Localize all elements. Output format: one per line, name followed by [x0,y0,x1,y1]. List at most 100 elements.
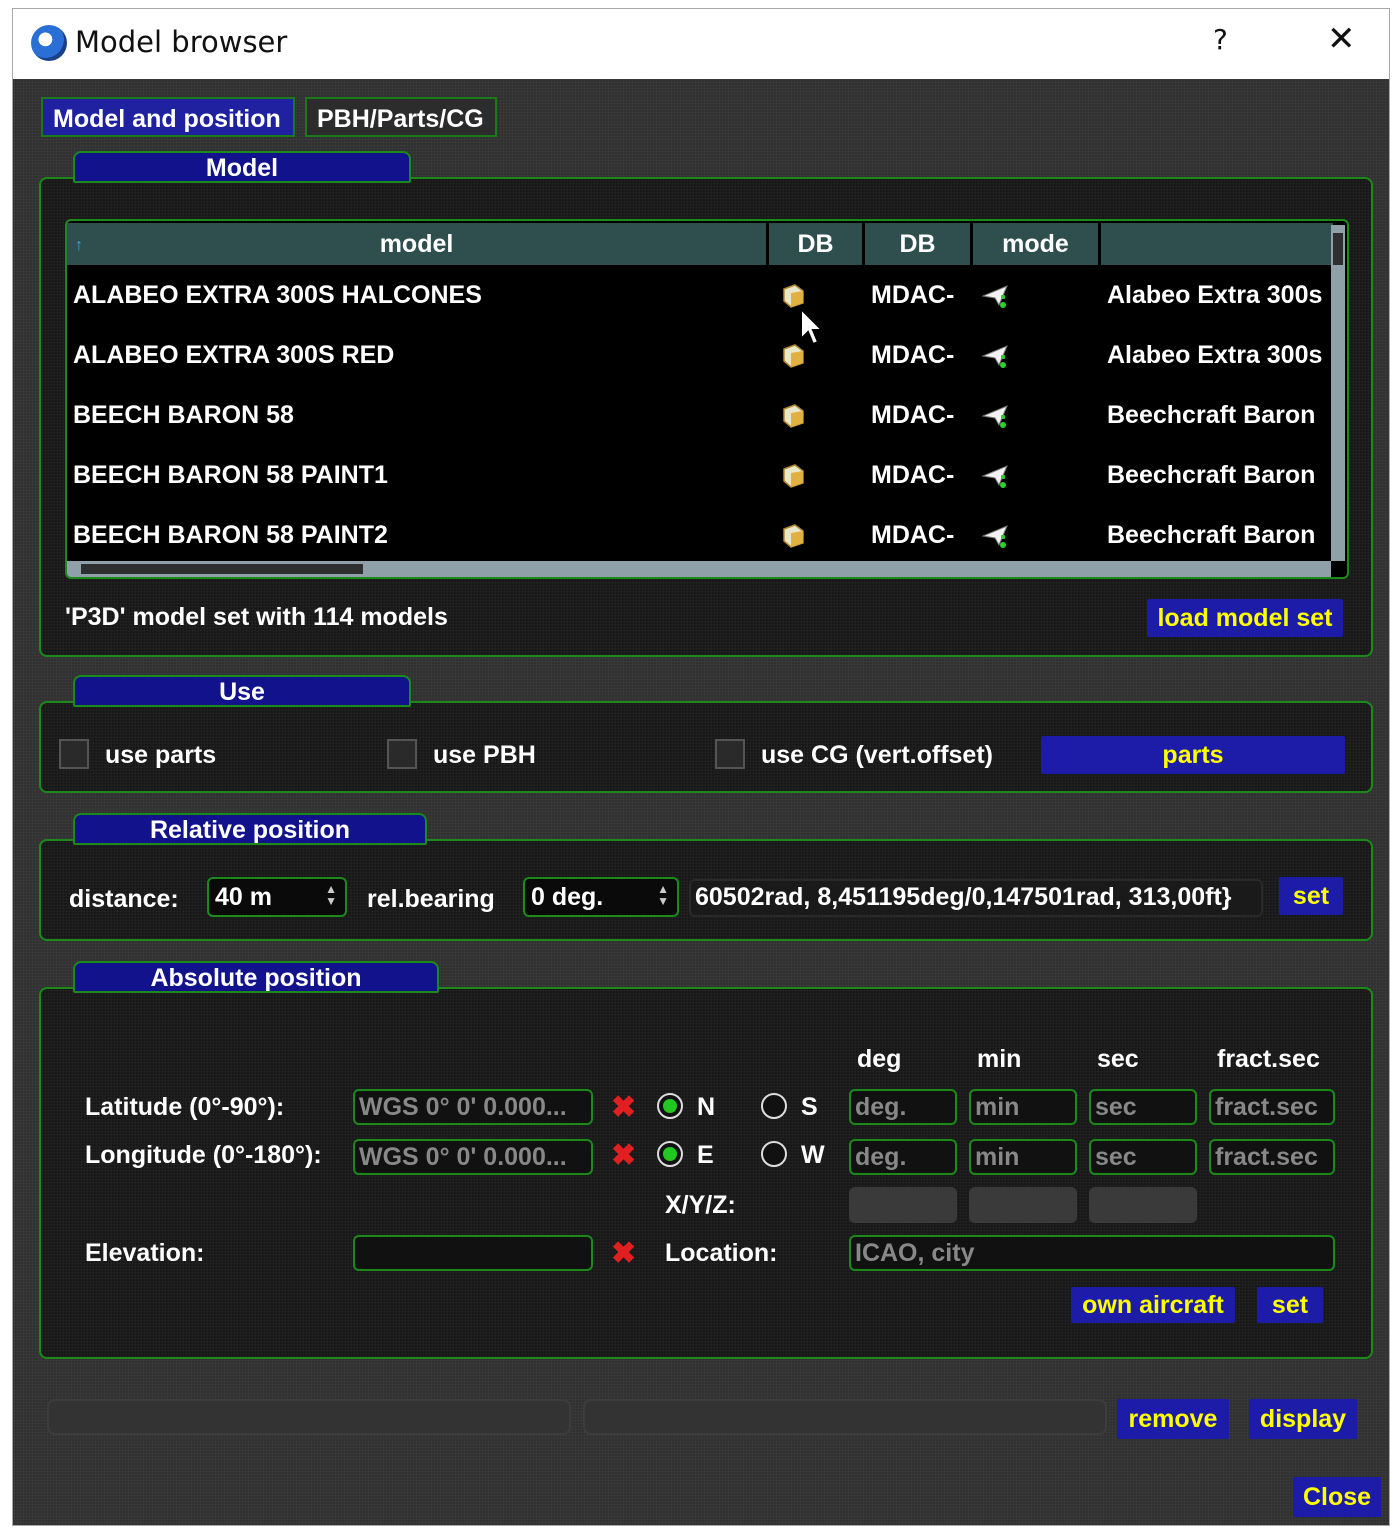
aircraft-mode-icon [981,345,1008,368]
latitude-sec-input[interactable]: sec [1089,1089,1197,1125]
west-label: W [801,1141,825,1169]
db-key-cell: MDAC- [871,281,955,309]
latitude-deg-input[interactable]: deg. [849,1089,957,1125]
model-set-status: 'P3D' model set with 114 models [65,603,448,631]
location-label: Location: [665,1239,778,1267]
model-name-cell: ALABEO EXTRA 300S HALCONES [73,281,482,309]
vertical-scroll-thumb[interactable] [1333,233,1343,265]
mouse-cursor-icon [800,307,825,346]
col-model-label: model [379,230,454,258]
south-radio[interactable] [761,1093,787,1119]
distance-spinbox[interactable]: 40 m ▲ ▼ [207,877,347,917]
elevation-label: Elevation: [85,1239,205,1267]
spin-arrows-icon[interactable]: ▲ ▼ [657,883,669,907]
aircraft-mode-icon [981,285,1008,308]
distance-label: distance: [69,885,179,913]
status-bar-right [583,1399,1107,1435]
load-model-set-button[interactable]: load model set [1147,599,1343,637]
use-panel-title: Use [73,675,411,707]
table-row[interactable]: ALABEO EXTRA 300S RED MDAC- Alabeo Extra 3… [67,327,1331,387]
status-bar-left [47,1399,571,1435]
help-button[interactable]: ? [1213,23,1228,56]
col-description-header[interactable] [1101,223,1333,265]
relative-set-button[interactable]: set [1279,877,1343,915]
model-table: ↑ model DB DB mode ALABEO EXTRA 300S HAL… [65,219,1349,579]
db-key-cell: MDAC- [871,401,955,429]
absolute-set-button[interactable]: set [1257,1287,1323,1323]
database-icon [783,404,804,428]
min-column-header: min [977,1045,1022,1073]
elevation-input[interactable] [353,1235,593,1271]
parts-button[interactable]: parts [1041,736,1345,774]
east-label: E [697,1141,714,1169]
horizontal-scroll-thumb[interactable] [81,564,363,574]
own-aircraft-button[interactable]: own aircraft [1071,1287,1235,1323]
table-row[interactable]: ALABEO EXTRA 300S HALCONES MDAC- Alabeo Ex… [67,267,1331,327]
vertical-scrollbar[interactable] [1331,225,1345,561]
model-name-cell: BEECH BARON 58 [73,401,294,429]
model-browser-window: Model browser ? ✕ Model and position PBH… [12,8,1390,1526]
col-db-header[interactable]: DB [769,223,865,265]
aircraft-mode-icon [981,465,1008,488]
north-radio[interactable] [657,1093,683,1119]
tab-pbh-parts-cg[interactable]: PBH/Parts/CG [305,97,497,137]
bearing-spinbox[interactable]: 0 deg. ▲ ▼ [523,877,679,917]
use-parts-checkbox[interactable] [59,739,89,769]
description-cell: Beechcraft Baron [1107,521,1316,549]
distance-value: 40 m [215,883,272,911]
description-cell: Alabeo Extra 300s [1107,281,1323,309]
longitude-sec-input[interactable]: sec [1089,1139,1197,1175]
display-button[interactable]: display [1249,1399,1357,1439]
use-cg-checkbox[interactable] [715,739,745,769]
database-icon [783,284,804,308]
north-label: N [697,1093,716,1121]
clear-longitude-icon[interactable]: ✖ [611,1141,636,1171]
longitude-deg-input[interactable]: deg. [849,1139,957,1175]
table-row[interactable]: BEECH BARON 58 PAINT1 MDAC- Beechcraft Bar… [67,447,1331,507]
aircraft-mode-icon [981,405,1008,428]
aircraft-mode-icon [981,525,1008,548]
relative-position-title: Relative position [73,813,427,845]
db-key-cell: MDAC- [871,461,955,489]
app-globe-icon [31,25,67,61]
x-input[interactable] [849,1187,957,1223]
west-radio[interactable] [761,1141,787,1167]
latitude-min-input[interactable]: min [969,1089,1077,1125]
longitude-min-input[interactable]: min [969,1139,1077,1175]
col-model-header[interactable]: ↑ model [67,223,769,265]
use-pbh-checkbox[interactable] [387,739,417,769]
description-cell: Alabeo Extra 300s [1107,341,1323,369]
clear-latitude-icon[interactable]: ✖ [611,1093,636,1123]
model-panel-title: Model [73,151,411,183]
database-icon [783,464,804,488]
location-input[interactable]: ICAO, city [849,1235,1335,1271]
y-input[interactable] [969,1187,1077,1223]
col-mode-header[interactable]: mode [973,223,1101,265]
longitude-wgs-input[interactable]: WGS 0° 0' 0.000... [353,1139,593,1175]
close-window-button[interactable]: ✕ [1327,19,1356,59]
model-name-cell: BEECH BARON 58 PAINT2 [73,521,388,549]
south-label: S [801,1093,818,1121]
east-radio[interactable] [657,1141,683,1167]
remove-button[interactable]: remove [1117,1399,1229,1439]
longitude-fract-sec-input[interactable]: fract.sec [1209,1139,1335,1175]
latitude-label: Latitude (0°-90°): [85,1093,285,1121]
table-row[interactable]: BEECH BARON 58 MDAC- Beechcraft Baron [67,387,1331,447]
close-button[interactable]: Close [1293,1477,1381,1517]
bearing-value: 0 deg. [531,883,604,911]
model-name-cell: ALABEO EXTRA 300S RED [73,341,395,369]
z-input[interactable] [1089,1187,1197,1223]
horizontal-scrollbar[interactable] [67,561,1331,577]
use-pbh-label: use PBH [433,741,536,769]
description-cell: Beechcraft Baron [1107,461,1316,489]
latitude-fract-sec-input[interactable]: fract.sec [1209,1089,1335,1125]
sec-column-header: sec [1097,1045,1139,1073]
col-db2-header[interactable]: DB [865,223,973,265]
relative-coords-field[interactable]: 60502rad, 8,451195deg/0,147501rad, 313,0… [689,879,1263,917]
tab-model-and-position[interactable]: Model and position [41,97,295,137]
spin-arrows-icon[interactable]: ▲ ▼ [325,883,337,907]
use-parts-label: use parts [105,741,217,769]
table-row[interactable]: BEECH BARON 58 PAINT2 MDAC- Beechcraft Bar… [67,507,1331,567]
latitude-wgs-input[interactable]: WGS 0° 0' 0.000... [353,1089,593,1125]
clear-elevation-icon[interactable]: ✖ [611,1239,636,1269]
